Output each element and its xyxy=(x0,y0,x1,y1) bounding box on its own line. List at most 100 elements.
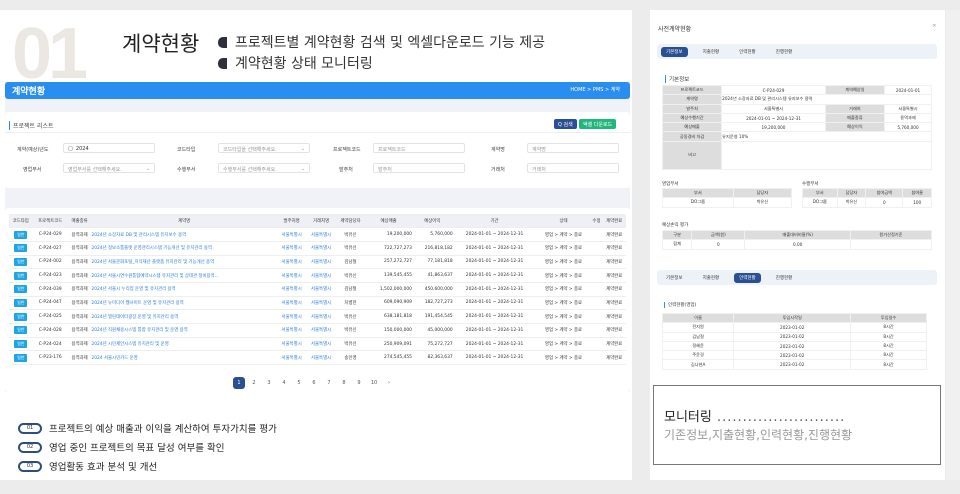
table-row[interactable]: 일반 C-P23-176 용역과제 2024 서울시민카드 운영 서울특별시 서울특별시 송… xyxy=(9,350,626,366)
cell-9: 2024-01-01 ~ 2024-12-31 xyxy=(452,268,537,283)
cell-text[interactable]: 서울특별시 xyxy=(311,342,331,347)
tab-1[interactable]: 지출현황 xyxy=(698,47,725,57)
contract-name-link[interactable]: 2024년 직원채용시스템 통합 유지관리 및 운영 용역 xyxy=(91,328,187,333)
tab-2[interactable]: 인력현황 xyxy=(734,47,761,57)
type-badge: 일반 xyxy=(14,312,28,321)
table-row[interactable]: 일반 C-P24-023 용역과제 2024년 서울시연수원통합예약시스템 유지관리 … xyxy=(9,268,626,283)
cell-0: 일반 xyxy=(9,309,33,324)
perf-select[interactable]: 수행부서를 선택해주세요. ⌄ xyxy=(218,163,310,173)
contract-name-link[interactable]: 2024년 시민제안시스템 유지관리 및 운영 xyxy=(91,342,168,347)
cell-text[interactable]: 서울특별시 xyxy=(282,356,302,361)
cell-text[interactable]: 서울특별시 xyxy=(311,260,331,265)
cell-text[interactable]: 서울특별시 xyxy=(282,287,302,292)
partner-input[interactable]: 거래처 xyxy=(527,163,619,173)
scrollbar[interactable] xyxy=(946,10,960,480)
page-2[interactable]: 2 xyxy=(248,377,260,389)
table-row[interactable]: 일반 C-P24-024 용역과제 2024년 시민제안시스템 유지관리 및 운영 서울… xyxy=(9,337,626,352)
cell-text[interactable]: 서울특별시 xyxy=(311,233,331,238)
cell-text: 영업 > 계약 > 종료 xyxy=(544,342,583,348)
table-row[interactable]: 일반 C-P24-002 용역과제 2024년 서울문화포털_지식재산 플랫폼 유지관… xyxy=(9,255,626,270)
tab-0[interactable]: 기본정보 xyxy=(661,273,688,283)
close-icon[interactable]: × xyxy=(932,23,937,29)
name-input[interactable]: 계약명 xyxy=(527,143,619,153)
cell-text[interactable]: 서울특별시 xyxy=(282,274,302,279)
perf-dept-table: 부서 담당자 참여금액 참여율 DO그룹 박유신 0 100 xyxy=(802,187,932,208)
page-11[interactable]: › xyxy=(383,377,395,389)
client-input[interactable]: 발주처 xyxy=(373,163,465,173)
cell-6: 박유신 xyxy=(335,323,366,338)
cell-text: 김남철 xyxy=(344,287,357,293)
page-8[interactable]: 8 xyxy=(338,377,350,389)
tab-3[interactable]: 진행현황 xyxy=(771,273,798,283)
page-4[interactable]: 4 xyxy=(278,377,290,389)
page-3[interactable]: 3 xyxy=(263,377,275,389)
breadcrumb: HOME > PMS > 계약 xyxy=(570,87,620,93)
column-header: 수정 xyxy=(590,214,603,229)
cell-text: 용역과제 xyxy=(71,342,88,348)
cell-4: 서울특별시 xyxy=(276,241,307,256)
cell-text: C-P24-023 xyxy=(38,273,62,279)
sales-select[interactable]: 영업부서를 선택해주세요. ⌄ xyxy=(63,163,155,173)
perf-label: 수행부서 xyxy=(177,167,196,173)
contract-name-link[interactable]: 2024년 서울시연수원통합예약시스템 유지관리 및 상태관 정비용역... xyxy=(91,274,218,279)
table-row[interactable]: 일반 C-P24-028 용역과제 2024년 직원채용시스템 통합 유지관리 및 운… xyxy=(9,323,626,338)
cell-text[interactable]: 서울특별시 xyxy=(311,246,331,251)
cell-text: 계약완료 xyxy=(606,273,623,279)
year-input[interactable]: ▢ 2024 xyxy=(63,143,155,153)
contract-name-link[interactable]: 2024년 서울문화포털_지식재산 플랫폼 유지관리 및 기능개선 용역 xyxy=(91,260,214,265)
cell-text[interactable]: 서울특별시 xyxy=(282,342,302,347)
cell-text[interactable]: 서울특별시 xyxy=(311,328,331,333)
contract-name-link[interactable]: 2024년 정보소통플랫 운영관리시스템 기능개선 및 유지관리 용역 xyxy=(91,246,212,251)
cell-text[interactable]: 서울특별시 xyxy=(311,274,331,279)
contract-name-link[interactable]: 2024년 서울시 누리집 운영 및 유지관리 용역 xyxy=(91,287,175,292)
table-row[interactable]: 일반 C-P24-029 용역과제 2024년 소장자료 DB 및 관리시스템 유지보… xyxy=(9,227,626,242)
tab-3[interactable]: 진행현황 xyxy=(771,47,798,57)
page-5[interactable]: 5 xyxy=(293,377,305,389)
cell-9: 2024-01-01 ~ 2024-12-31 xyxy=(452,227,537,242)
cell-text: 영업 > 계약 > 종료 xyxy=(544,355,583,361)
cell-text[interactable]: 서울특별시 xyxy=(311,301,331,306)
table-row[interactable]: 일반 C-P24-025 용역과제 2024년 열린데이터광장 운영 및 유지관리 용… xyxy=(9,309,626,324)
contract-name-link[interactable]: 2024년 소장자료 DB 및 관리시스템 유지보수 용역 xyxy=(91,233,186,238)
page-6[interactable]: 6 xyxy=(308,377,320,389)
cell-text: C-P24-029 xyxy=(38,232,62,238)
table-row[interactable]: 일반 C-P24-047 용역과제 2024년 뉴미디어 웹사이트 운영 및 유지관리… xyxy=(9,296,626,311)
cell-2: 용역과제 xyxy=(67,227,92,242)
page-9[interactable]: 9 xyxy=(353,377,365,389)
search-button[interactable]: Q 검색 xyxy=(554,119,577,129)
tab-1[interactable]: 지출현황 xyxy=(698,273,725,283)
page-1[interactable]: 1 xyxy=(233,377,245,389)
type-badge: 일반 xyxy=(14,271,28,280)
cell-text[interactable]: 서울특별시 xyxy=(282,315,302,320)
page-7[interactable]: 7 xyxy=(323,377,335,389)
excel-download-button[interactable]: 엑셀 다운로드 xyxy=(579,119,617,129)
info-value: 용역과제 xyxy=(883,112,933,124)
cell-text[interactable]: 서울특별시 xyxy=(311,356,331,361)
cell-text[interactable]: 서울특별시 xyxy=(282,301,302,306)
type-badge: 일반 xyxy=(14,244,28,253)
cell-text[interactable]: 서울특별시 xyxy=(311,315,331,320)
cell-text[interactable]: 서울특별시 xyxy=(311,287,331,292)
page-10[interactable]: 10 xyxy=(368,377,380,389)
codetype-select[interactable]: 코드타입을 선택해주세요. ⌄ xyxy=(218,143,310,153)
bullet-icon xyxy=(218,57,227,69)
cell-text[interactable]: 서울특별시 xyxy=(282,328,302,333)
cell-2: 용역과제 xyxy=(67,268,92,283)
cell-text: 용역과제 xyxy=(71,259,88,265)
contract-name-link[interactable]: 2024년 뉴미디어 웹사이트 운영 및 유지관리 용역 xyxy=(91,301,183,306)
cell-12: 계약완료 xyxy=(602,241,626,256)
cell-1: C-P23-176 xyxy=(32,350,68,366)
cell-text: 450,600,000 xyxy=(424,286,453,292)
column-header: 담당자 xyxy=(836,187,867,199)
feature-1: 프로젝트별 계약현황 검색 및 엑셀다운로드 기능 제공 xyxy=(218,32,545,52)
tab-0[interactable]: 기본정보 xyxy=(661,46,688,57)
code-input[interactable]: 프로젝트코드 xyxy=(373,143,465,153)
table-row[interactable]: 일반 C-P24-039 용역과제 2024년 서울시 누리집 운영 및 유지관리 용… xyxy=(9,282,626,297)
cell-text[interactable]: 서울특별시 xyxy=(282,260,302,265)
contract-name-link[interactable]: 2024 서울시민카드 운영 xyxy=(91,356,137,361)
cell-text[interactable]: 서울특별시 xyxy=(282,233,302,238)
cell-text[interactable]: 서울특별시 xyxy=(282,246,302,251)
contract-name-link[interactable]: 2024년 열린데이터광장 운영 및 유지관리 용역 xyxy=(91,315,178,320)
tab-2[interactable]: 인력현황 xyxy=(734,272,761,283)
table-row[interactable]: 일반 C-P24-027 용역과제 2024년 정보소통플랫 운영관리시스템 기능개선… xyxy=(9,241,626,256)
